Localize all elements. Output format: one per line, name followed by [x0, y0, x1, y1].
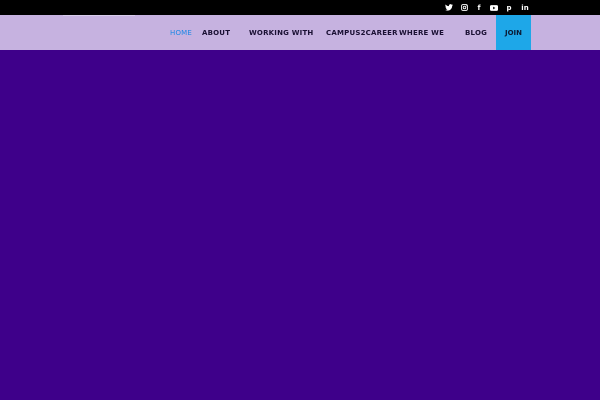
pinterest-glyph: p [506, 3, 512, 12]
nav-item-home[interactable]: HOME [170, 15, 192, 50]
nav-item-join-button[interactable]: JOIN [496, 15, 531, 50]
pinterest-icon[interactable]: p [503, 0, 515, 15]
nav-item-where-we[interactable]: WHERE WE [399, 15, 444, 50]
linkedin-icon[interactable]: in [518, 0, 532, 15]
instagram-icon[interactable] [458, 0, 470, 15]
facebook-glyph: f [477, 3, 481, 12]
hero-section [0, 50, 600, 400]
logo-area [63, 15, 135, 50]
top-bar: f p in [0, 0, 600, 15]
nav-item-about[interactable]: ABOUT [202, 15, 230, 50]
facebook-icon[interactable]: f [473, 0, 485, 15]
twitter-icon[interactable] [443, 0, 455, 15]
nav-item-campus2career[interactable]: CAMPUS2CAREER [326, 15, 398, 50]
youtube-icon[interactable] [488, 0, 500, 15]
nav-item-working-with[interactable]: WORKING WITH [249, 15, 314, 50]
nav-item-blog[interactable]: BLOG [465, 15, 487, 50]
linkedin-glyph: in [521, 3, 529, 12]
